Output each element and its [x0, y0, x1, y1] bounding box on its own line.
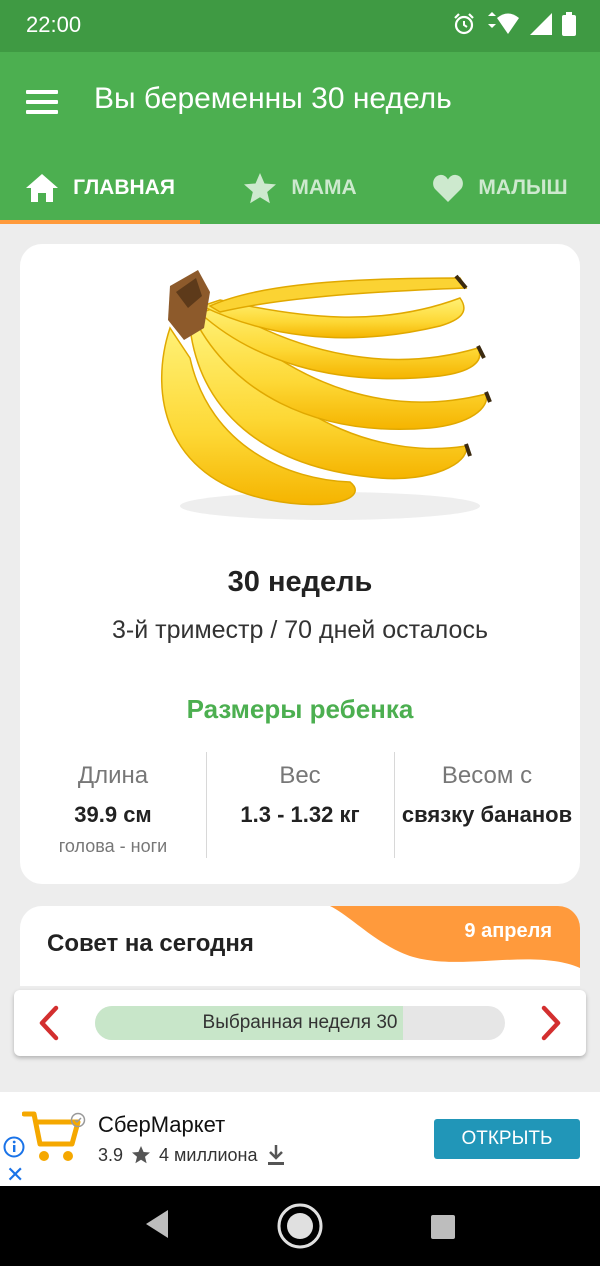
stat-length-value: 39.9 см — [74, 802, 152, 827]
ad-rating: 3.9 — [98, 1144, 124, 1165]
ad-banner[interactable]: ✕ СберМаркет 3.9 4 миллиона ОТКРЫТЬ — [0, 1092, 600, 1188]
stat-weight-value: 1.3 - 1.32 кг — [240, 802, 360, 827]
stat-comparison-value: связку бананов — [401, 802, 573, 827]
tip-date: 9 апреля — [464, 920, 552, 942]
page-title: Вы беременны 30 недель — [94, 82, 452, 115]
week-navigator: Выбранная неделя 30 — [14, 990, 586, 1056]
wifi-icon — [488, 12, 519, 34]
week-card: 30 недель 3-й триместр / 70 дней осталос… — [20, 244, 580, 884]
alarm-icon — [454, 13, 474, 35]
home-button-icon[interactable] — [276, 1202, 324, 1250]
baby-sizes-title: Размеры ребенка — [186, 694, 414, 724]
tab-bar: ГЛАВНАЯ МАМА МАЛЫШ — [0, 152, 600, 224]
ad-info-icon[interactable] — [3, 1136, 25, 1158]
recent-apps-icon[interactable] — [430, 1214, 456, 1240]
trimester-subtitle: 3-й триместр / 70 дней осталось — [112, 616, 488, 644]
ad-open-button[interactable]: ОТКРЫТЬ — [434, 1119, 580, 1159]
stat-comparison: Весом с связку бананов — [394, 752, 580, 858]
tab-baby-label: МАЛЫШ — [478, 176, 568, 199]
ad-close-icon[interactable]: ✕ — [6, 1162, 24, 1188]
tip-card[interactable]: Совет на сегодня 9 апреля — [20, 906, 580, 986]
baby-stats: Длина 39.9 см голова - ноги Вес 1.3 - 1.… — [20, 752, 580, 858]
star-icon — [244, 173, 277, 204]
banana-bunch-image — [161, 270, 492, 520]
stat-length-note: голова - ноги — [58, 836, 168, 856]
signal-icon — [530, 13, 552, 35]
tab-home[interactable]: ГЛАВНАЯ — [0, 152, 200, 224]
previous-week-chevron-icon[interactable] — [30, 1003, 70, 1043]
next-week-chevron-icon[interactable] — [530, 1003, 570, 1043]
stat-weight: Вес 1.3 - 1.32 кг — [206, 752, 394, 858]
home-icon — [26, 174, 59, 202]
tip-title: Совет на сегодня — [47, 930, 254, 957]
tab-baby[interactable]: МАЛЫШ — [400, 152, 600, 224]
ad-meta: 3.9 4 миллиона — [98, 1144, 286, 1166]
selected-week-label: Выбранная неделя 30 — [202, 1012, 398, 1033]
star-icon — [132, 1146, 151, 1164]
week-title: 30 недель — [227, 566, 373, 598]
heart-icon — [433, 174, 464, 202]
tab-mom[interactable]: МАМА — [200, 152, 400, 224]
stat-length-label: Длина — [77, 762, 149, 789]
tab-home-label: ГЛАВНАЯ — [73, 176, 175, 199]
status-bar: 22:00 — [0, 0, 600, 52]
download-icon — [267, 1145, 284, 1165]
status-time: 22:00 — [26, 12, 82, 37]
menu-button[interactable] — [26, 84, 66, 120]
tab-mom-label: МАМА — [291, 176, 357, 199]
stat-comparison-label: Весом с — [441, 762, 533, 789]
system-nav-bar — [0, 1186, 600, 1266]
back-icon[interactable] — [142, 1204, 170, 1244]
stat-length: Длина 39.9 см голова - ноги — [20, 752, 206, 858]
stat-weight-label: Вес — [279, 762, 321, 789]
verified-icon — [70, 1112, 86, 1128]
ad-downloads: 4 миллиона — [159, 1144, 258, 1165]
battery-icon — [562, 12, 576, 36]
app-bar: Вы беременны 30 недель ГЛАВНАЯ МАМА МАЛЫ… — [0, 52, 600, 224]
week-progress-bar[interactable]: Выбранная неделя 30 — [95, 1006, 505, 1040]
ad-app-name: СберМаркет — [98, 1112, 226, 1137]
status-icons — [452, 12, 576, 36]
